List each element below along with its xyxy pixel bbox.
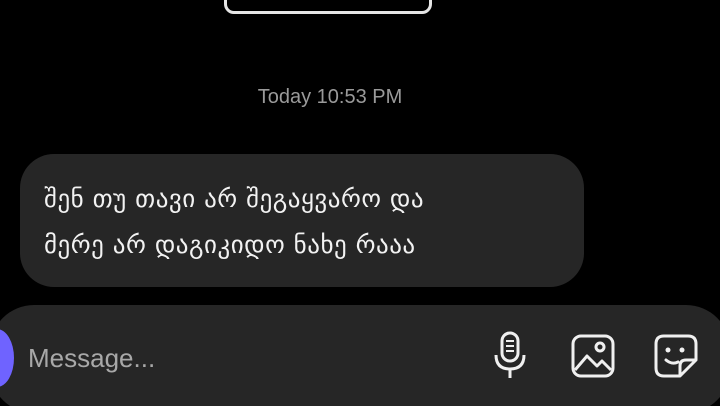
- sticker-button[interactable]: [652, 330, 700, 382]
- voice-button[interactable]: [486, 330, 534, 382]
- microphone-icon: [494, 331, 526, 378]
- image-icon: [571, 334, 615, 378]
- gallery-button[interactable]: [569, 330, 617, 382]
- message-timestamp: Today 10:53 PM: [257, 86, 403, 108]
- chat-screen: Today 10:53 PM შენ თუ თავი არ შეგაყვარო …: [0, 0, 720, 406]
- received-message-bubble[interactable]: შენ თუ თავი არ შეგაყვარო და მერე არ დაგი…: [20, 154, 584, 287]
- message-input[interactable]: [28, 338, 428, 378]
- previous-message-outline: [224, 0, 432, 14]
- sticker-icon: [654, 334, 698, 378]
